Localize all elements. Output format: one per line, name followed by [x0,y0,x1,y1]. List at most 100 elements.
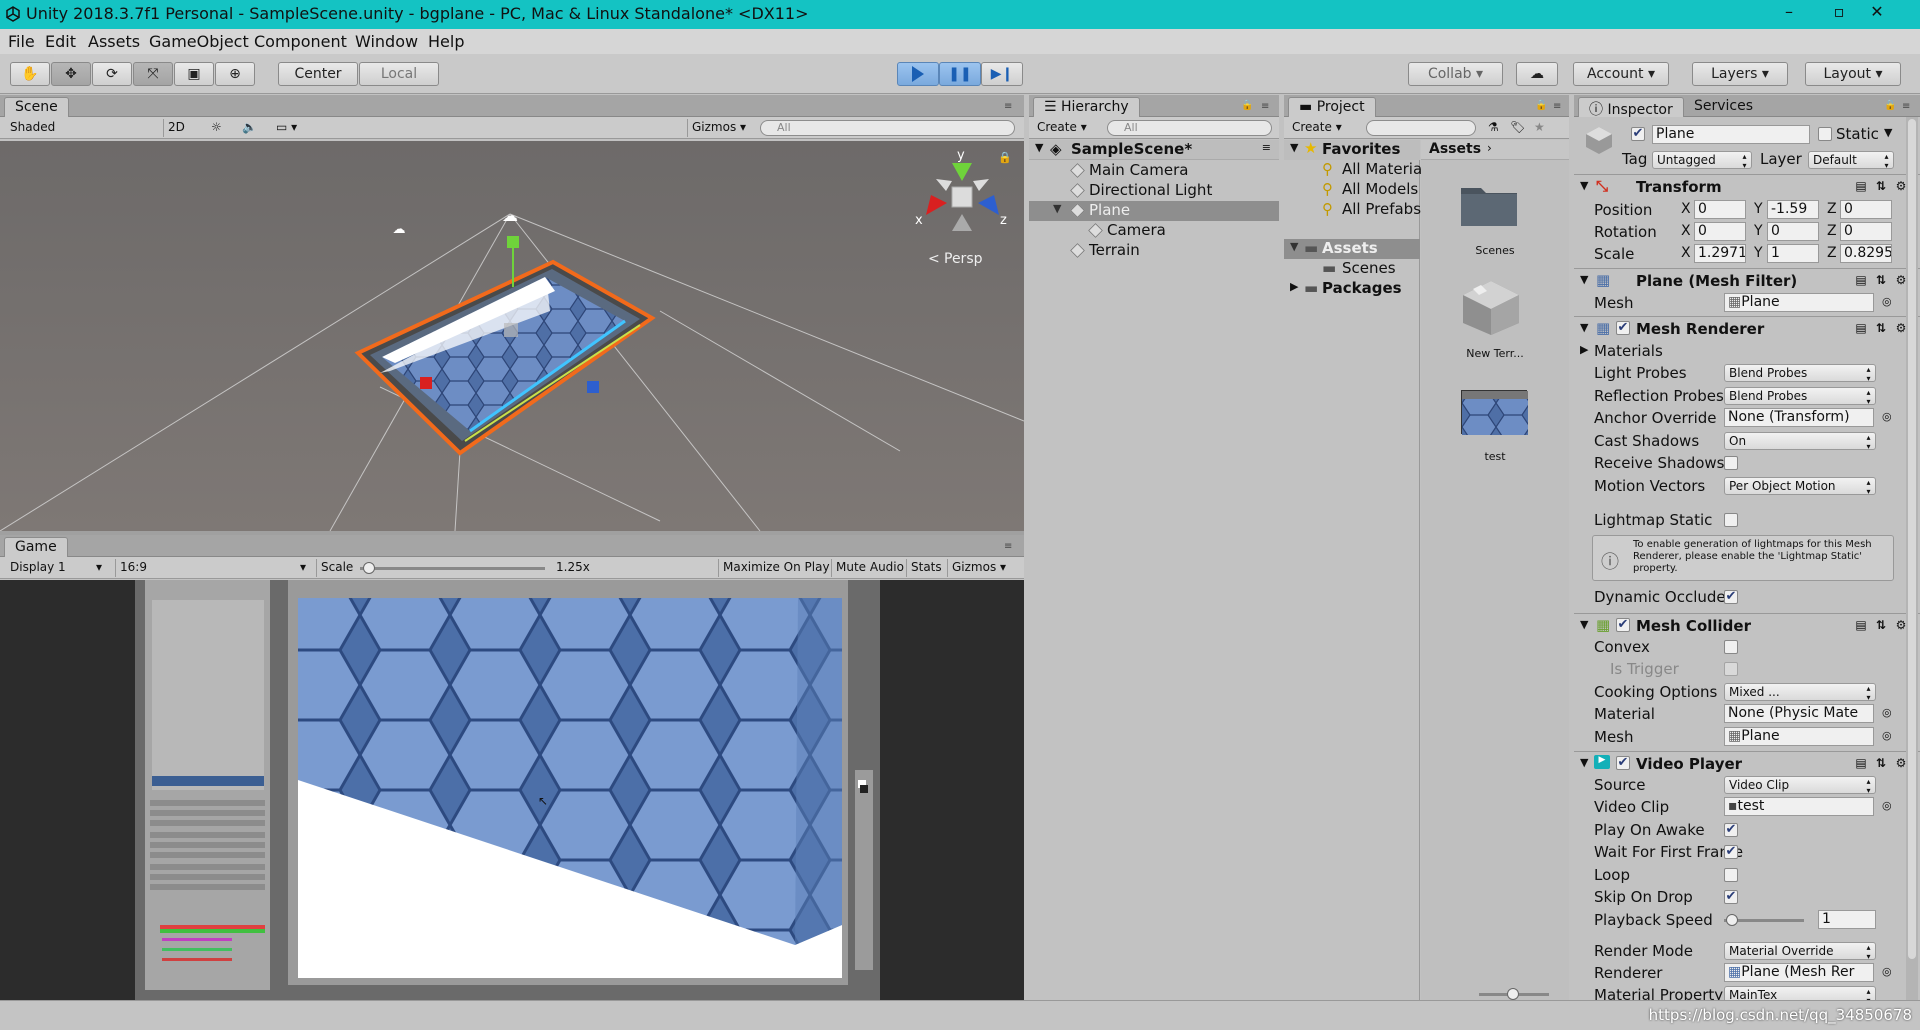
icon-size-slider[interactable] [1479,988,1549,1000]
maximize-on-play-toggle[interactable]: Maximize On Play [718,559,834,577]
light-icon[interactable]: ☁ [502,206,518,225]
layout-dropdown[interactable]: Layout ▾ [1805,62,1901,86]
object-name-field[interactable]: Plane [1652,125,1810,144]
mesh-renderer-component-header[interactable]: ▼ ▦ ✔ Mesh Renderer ▤ ⇅ ⚙ [1574,316,1920,340]
filter-label-icon[interactable]: 🏷 [1506,119,1529,137]
static-dropdown-icon[interactable]: ▼ [1884,126,1892,139]
game-view[interactable]: ↖ [0,580,1024,1000]
video-clip-field[interactable]: ▪test [1724,797,1874,816]
scene-root-row[interactable]: ▼ ◈ SampleScene* ≡ [1029,140,1279,160]
render-mode-dropdown[interactable]: Material Override [1724,942,1876,960]
rotation-y-field[interactable]: 0 [1767,222,1819,241]
object-active-checkbox[interactable]: ✔ [1631,127,1645,141]
list-item[interactable]: ⚲ All Prefabs [1284,200,1421,220]
reflection-probes-dropdown[interactable]: Blend Probes [1724,387,1876,405]
help-book-icon[interactable]: ▤ [1854,756,1868,770]
audio-toggle[interactable]: 🔈 [238,119,261,137]
tab-services[interactable]: Services [1684,97,1763,117]
scale-y-field[interactable]: 1 [1767,244,1819,263]
scene-gizmos-dropdown[interactable]: Gizmos ▾ [687,119,750,137]
menu-component[interactable]: Component [254,32,347,51]
mesh-collider-enabled-checkbox[interactable]: ✔ [1616,618,1630,632]
maximize-button[interactable]: ▫ [1822,2,1856,21]
favorite-star-icon[interactable]: ★ [1530,119,1549,137]
icon-size-slider-thumb[interactable] [1507,988,1519,1000]
foldout-arrow-icon[interactable]: ▼ [1580,321,1588,334]
hierarchy-create-dropdown[interactable]: Create ▾ [1033,119,1091,137]
anchor-override-field[interactable]: None (Transform) [1724,408,1874,427]
preset-icon[interactable]: ⇅ [1874,273,1888,287]
light-probes-dropdown[interactable]: Blend Probes [1724,364,1876,382]
menu-file[interactable]: File [8,32,35,51]
grid-item-test-video[interactable] [1461,390,1528,435]
materials-row[interactable]: ▶ Materials [1574,340,1904,362]
scale-z-field[interactable]: 0.8295 [1840,244,1892,263]
inspector-scrollbar-thumb[interactable] [1908,119,1916,959]
lightmap-static-checkbox[interactable] [1724,513,1738,527]
mesh-renderer-enabled-checkbox[interactable]: ✔ [1616,321,1630,335]
list-item[interactable]: Terrain [1029,241,1279,261]
help-book-icon[interactable]: ▤ [1854,321,1868,335]
object-picker-icon[interactable]: ◎ [1882,706,1892,719]
foldout-arrow-icon[interactable]: ▼ [1580,618,1588,631]
list-item[interactable]: ⚲ All Models [1284,180,1420,200]
account-dropdown[interactable]: Account ▾ [1573,62,1669,86]
receive-shadows-checkbox[interactable] [1724,456,1738,470]
help-book-icon[interactable]: ▤ [1854,273,1868,287]
menu-gameobject[interactable]: GameObject [149,32,249,51]
lock-icon[interactable]: 🔒 [1241,100,1255,111]
minimize-button[interactable]: – [1772,2,1806,21]
hierarchy-menu-icon[interactable]: ≡ [1261,101,1275,112]
transform-tool-button[interactable]: ⊕ [215,62,255,86]
playback-speed-slider[interactable] [1724,914,1804,926]
grid-item-terrain[interactable] [1459,275,1523,339]
project-menu-icon[interactable]: ≡ [1553,101,1567,112]
cooking-options-dropdown[interactable]: Mixed ... [1724,683,1876,701]
game-canvas[interactable]: ↖ [0,580,1024,1000]
mesh-collider-component-header[interactable]: ▼ ▦ ✔ Mesh Collider ▤ ⇅ ⚙ [1574,613,1920,637]
rotation-z-field[interactable]: 0 [1840,222,1892,241]
packages-folder-row[interactable]: ▶ ▬ Packages [1284,279,1420,299]
foldout-arrow-icon[interactable]: ▼ [1580,273,1588,286]
move-tool-button[interactable]: ✥ [51,62,91,86]
mute-audio-toggle[interactable]: Mute Audio [831,559,908,577]
collider-material-field[interactable]: None (Physic Mate [1724,704,1874,723]
playback-speed-thumb[interactable] [1726,914,1738,926]
tab-game[interactable]: Game [4,537,68,557]
inspector-menu-icon[interactable]: ≡ [1902,101,1916,112]
hierarchy-search-input[interactable]: All [1107,120,1272,136]
list-item[interactable]: ⚲ All Materials [1284,160,1434,180]
scale-slider-thumb[interactable] [363,562,375,574]
video-player-component-header[interactable]: ▼ ▶ ✔ Video Player ▤ ⇅ ⚙ [1574,751,1920,775]
space-local-button[interactable]: Local [359,62,439,86]
hand-tool-button[interactable]: ✋ [10,62,50,86]
project-lock-icon[interactable]: 🔒 [1535,100,1549,111]
list-item[interactable]: Directional Light [1029,181,1279,201]
project-search-input[interactable] [1366,120,1476,136]
filter-type-icon[interactable]: ⚗ [1484,119,1503,137]
list-item[interactable]: Main Camera [1029,161,1279,181]
rect-tool-button[interactable]: ▣ [174,62,214,86]
assets-folder-row[interactable]: ▼ ▬ Assets [1284,239,1420,259]
material-property-dropdown[interactable]: MainTex [1724,986,1876,1000]
preset-icon[interactable]: ⇅ [1874,179,1888,193]
play-on-awake-checkbox[interactable]: ✔ [1724,823,1738,837]
layers-dropdown[interactable]: Layers ▾ [1692,62,1788,86]
list-item[interactable]: ▬ Scenes [1284,259,1420,279]
list-item[interactable]: Camera [1029,221,1279,241]
tab-project[interactable]: ▬ Project [1288,97,1376,117]
effects-toggle[interactable]: ▭ ▾ [272,119,301,137]
wait-first-frame-checkbox[interactable]: ✔ [1724,845,1738,859]
foldout-arrow-icon[interactable]: ▼ [1580,179,1588,192]
aspect-dropdown[interactable]: 16:9 ▾ [115,559,310,577]
foldout-arrow-icon[interactable]: ▼ [1580,756,1588,769]
scale-slider[interactable] [360,562,545,574]
inspector-scrollbar[interactable] [1906,117,1918,1000]
shading-dropdown[interactable]: Shaded [6,119,156,137]
inspector-lock-icon[interactable]: 🔒 [1884,100,1898,111]
mesh-filter-component-header[interactable]: ▼ ▦ Plane (Mesh Filter) ▤ ⇅ ⚙ [1574,268,1920,292]
motion-vectors-dropdown[interactable]: Per Object Motion [1724,477,1876,495]
position-y-field[interactable]: -1.59 [1767,200,1819,219]
rotate-tool-button[interactable]: ⟳ [92,62,132,86]
stats-toggle[interactable]: Stats [906,559,946,577]
